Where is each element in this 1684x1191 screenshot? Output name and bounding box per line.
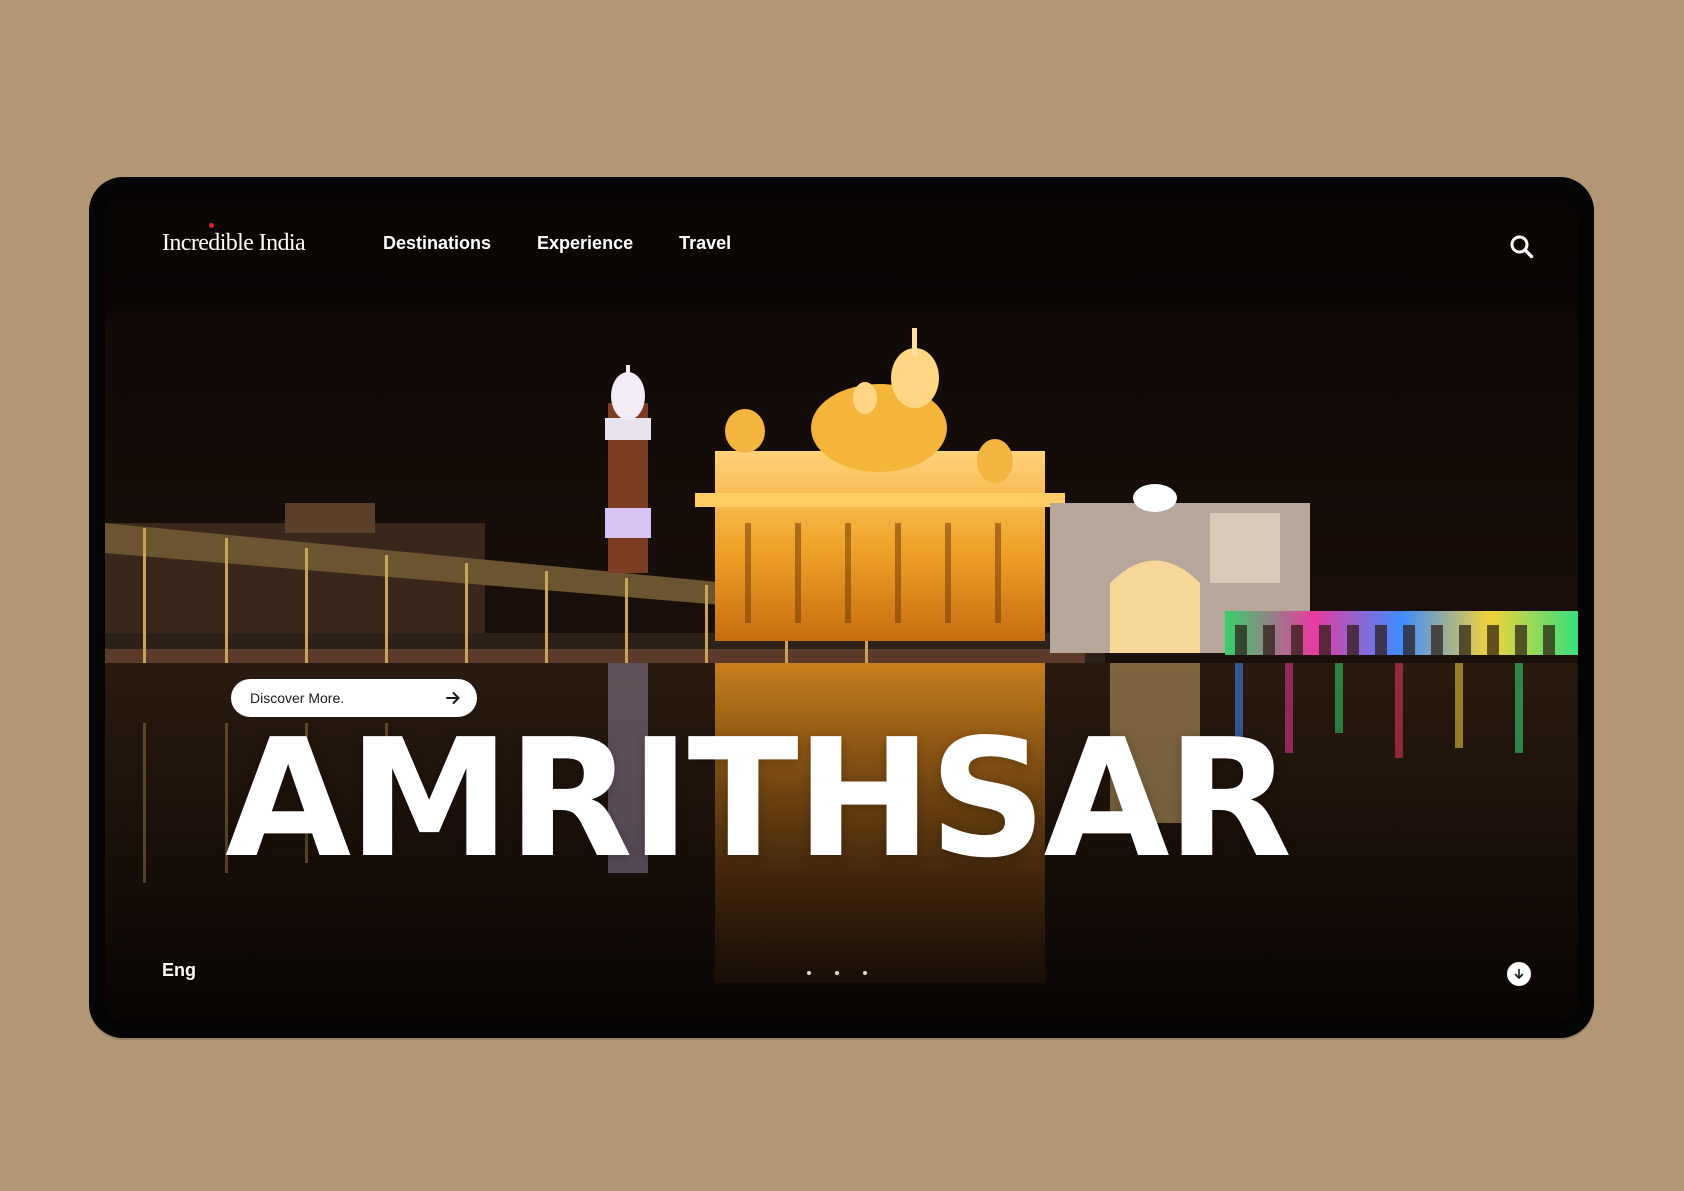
slide-dot-1[interactable] [807, 971, 811, 975]
nav-experience[interactable]: Experience [537, 233, 633, 254]
scroll-down-button[interactable] [1507, 962, 1531, 986]
arrow-right-icon [446, 692, 460, 704]
main-nav: Destinations Experience Travel [383, 233, 731, 254]
hero-title: AMRITHSAR [225, 705, 1292, 894]
discover-more-label: Discover More. [250, 690, 345, 706]
nav-destinations[interactable]: Destinations [383, 233, 491, 254]
brand-logo[interactable]: Incredible India [162, 230, 306, 257]
slide-indicators [807, 971, 867, 975]
hero-background-image [105, 193, 1578, 1022]
hero-screen: Incredible India Destinations Experience… [105, 193, 1578, 1022]
language-selector[interactable]: Eng [162, 960, 196, 981]
slide-dot-3[interactable] [863, 971, 867, 975]
nav-travel[interactable]: Travel [679, 233, 731, 254]
search-icon[interactable] [1508, 233, 1536, 261]
arrow-down-icon [1514, 968, 1524, 979]
device-frame: Incredible India Destinations Experience… [89, 177, 1594, 1038]
logo-dot [209, 223, 214, 228]
slide-dot-2[interactable] [835, 971, 839, 975]
